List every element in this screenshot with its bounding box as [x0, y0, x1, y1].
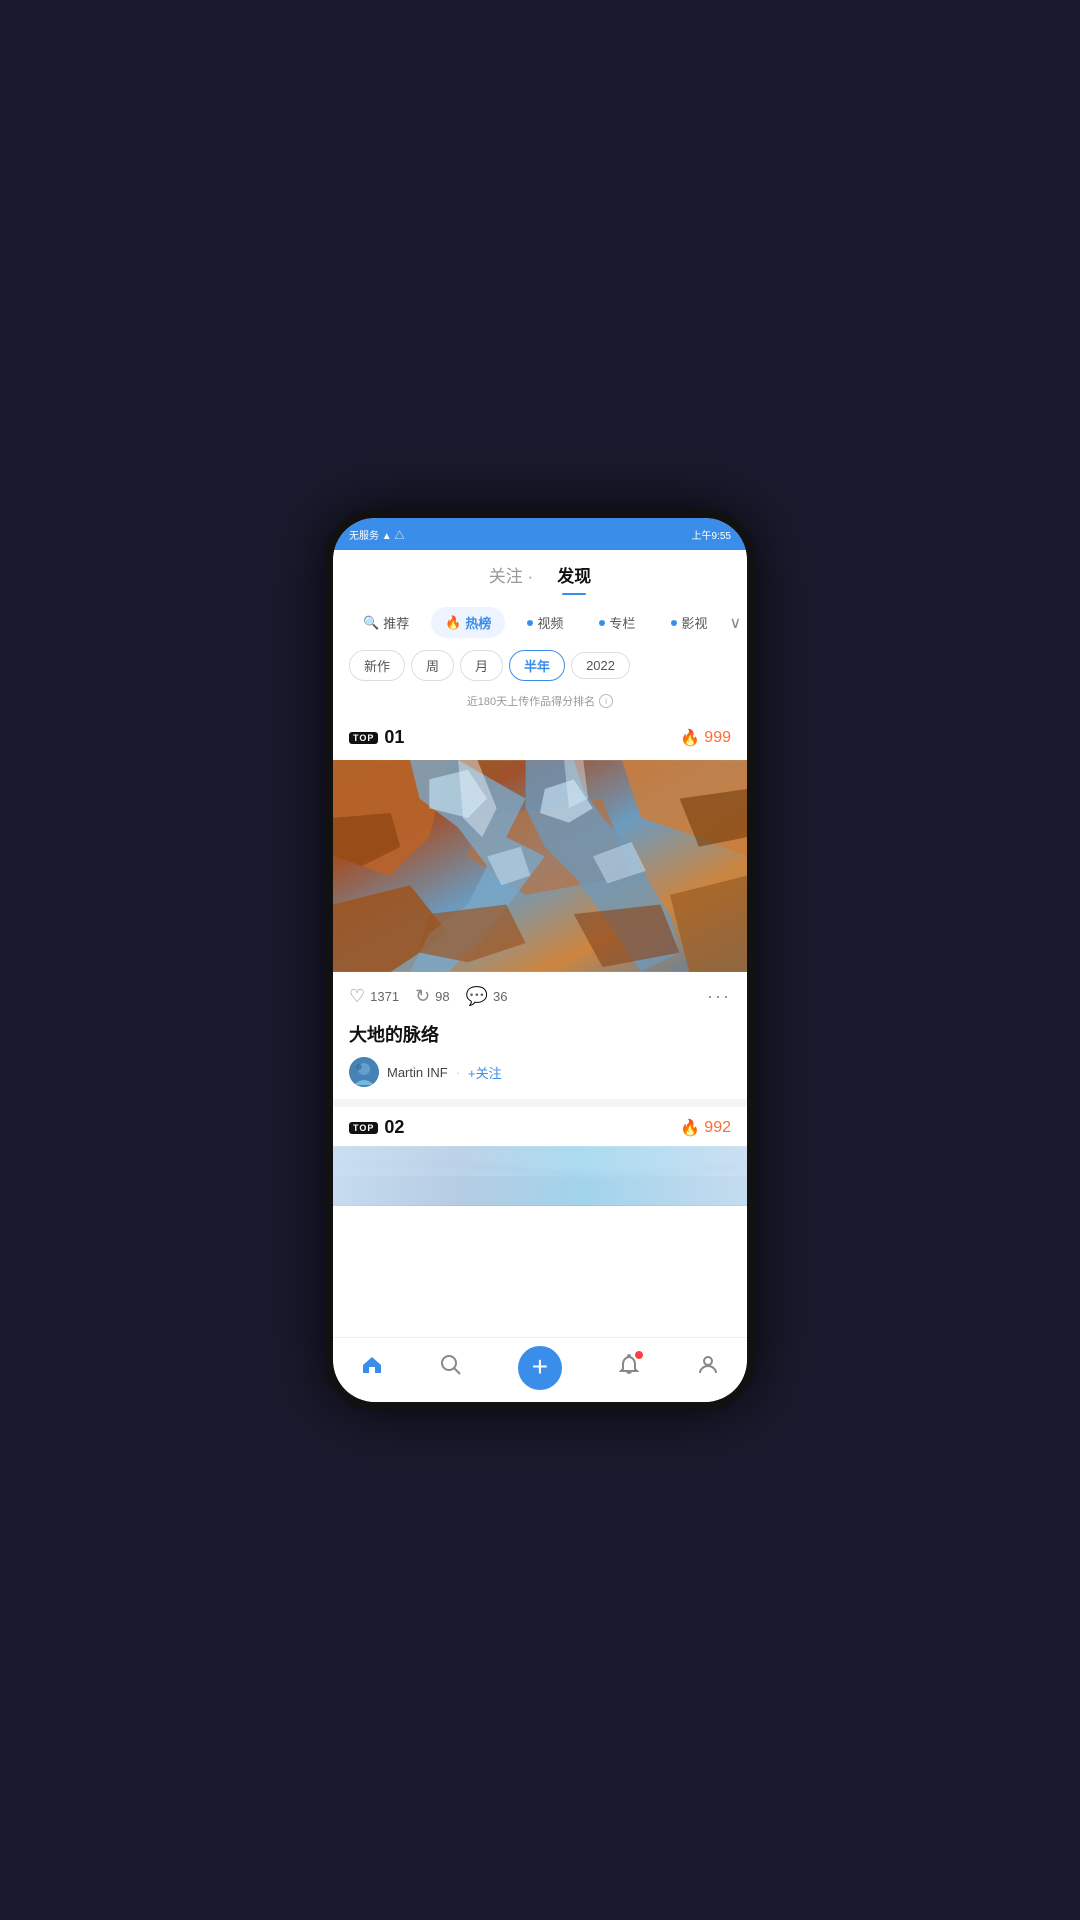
cat-label-video: 视频 [537, 613, 563, 632]
rank-header-2: TOP 02 🔥 992 [333, 1107, 747, 1146]
comment-button[interactable]: 💬 36 [466, 986, 508, 1007]
status-right: 上午9:55 [692, 527, 731, 542]
flame-score-icon-1: 🔥 [680, 728, 700, 748]
time-filter-group: 新作 周 月 半年 2022 [333, 646, 747, 689]
rank-header-1: TOP 01 🔥 999 [333, 717, 747, 756]
status-time: 上午9:55 [692, 527, 731, 542]
nav-notifications[interactable] [617, 1353, 641, 1383]
cat-tab-movie[interactable]: 影视 [657, 607, 721, 638]
more-button[interactable]: ··· [707, 986, 731, 1007]
add-button[interactable]: + [518, 1346, 562, 1390]
profile-icon [696, 1353, 720, 1383]
post-actions-1: ♡ 1371 ↻ 98 💬 36 ··· [333, 976, 747, 1017]
search-icon [439, 1353, 463, 1383]
post-info-1: 大地的脉络 Marti [333, 1017, 747, 1099]
rank-score-2: 🔥 992 [680, 1118, 731, 1138]
status-bar: 无服务 ▲ △ 上午9:55 [333, 518, 747, 550]
expand-categories-icon[interactable]: ∨ [729, 613, 741, 633]
header-tab-group: 关注 · 发现 [489, 562, 591, 595]
filter-new[interactable]: 新作 [349, 650, 405, 681]
rank-score-1: 🔥 999 [680, 728, 731, 748]
rank2-preview-image[interactable] [333, 1146, 747, 1206]
category-tab-group: 🔍 推荐 🔥 热榜 视频 专栏 影视 ∨ [333, 595, 747, 646]
aerial-art-svg [333, 756, 747, 976]
heart-icon: ♡ [349, 986, 365, 1007]
comment-icon: 💬 [466, 986, 488, 1007]
filter-2022[interactable]: 2022 [571, 652, 630, 679]
bell-icon [617, 1357, 641, 1382]
fire-icon: 🔥 [445, 615, 461, 631]
top-badge-2: TOP [349, 1122, 378, 1134]
header-dot: · [528, 567, 534, 586]
author-name: Martin INF [387, 1065, 448, 1080]
score-value-1: 999 [704, 729, 731, 747]
cat-tab-video[interactable]: 视频 [513, 607, 577, 638]
rank-number-2: 02 [384, 1117, 404, 1138]
cat-label-column: 专栏 [609, 613, 635, 632]
cat-label-recommend: 推荐 [383, 613, 409, 632]
tab-discover[interactable]: 发现 [557, 562, 591, 595]
cat-tab-recommend[interactable]: 🔍 推荐 [349, 607, 423, 638]
info-icon[interactable]: i [599, 694, 613, 708]
recommend-icon: 🔍 [363, 615, 379, 631]
avatar[interactable] [349, 1057, 379, 1087]
rank-number-1: 01 [384, 727, 404, 748]
plus-icon: + [532, 1353, 548, 1381]
rank-label-1: TOP 01 [349, 727, 404, 748]
flame-score-icon-2: 🔥 [680, 1118, 700, 1138]
post-title-1: 大地的脉络 [349, 1021, 731, 1047]
post-card-2: TOP 02 🔥 992 [333, 1107, 747, 1206]
filter-week[interactable]: 周 [411, 650, 454, 681]
rank-desc-text: 近180天上传作品得分排名 [467, 693, 595, 709]
home-icon [360, 1353, 384, 1383]
bottom-navigation: + [333, 1337, 747, 1402]
cat-tab-column[interactable]: 专栏 [585, 607, 649, 638]
status-carrier: 无服务 ▲ △ [349, 527, 404, 542]
cat-label-hot: 热榜 [465, 613, 491, 632]
page-header: 关注 · 发现 [333, 550, 747, 595]
filter-halfyear[interactable]: 半年 [509, 650, 565, 681]
column-dot [599, 620, 605, 626]
status-left: 无服务 ▲ △ [349, 527, 404, 542]
nav-search[interactable] [439, 1353, 463, 1383]
share-icon: ↻ [415, 986, 430, 1007]
notification-badge [635, 1351, 643, 1359]
movie-dot [671, 620, 677, 626]
section-divider [333, 1099, 747, 1107]
comment-count: 36 [493, 989, 507, 1004]
post-image-1[interactable] [333, 756, 747, 976]
like-button[interactable]: ♡ 1371 [349, 986, 399, 1007]
bell-wrapper [617, 1353, 641, 1383]
score-value-2: 992 [704, 1119, 731, 1137]
filter-month[interactable]: 月 [460, 650, 503, 681]
tab-follow[interactable]: 关注 · [489, 562, 533, 595]
like-count: 1371 [370, 989, 399, 1004]
post-author-row: Martin INF · +关注 [349, 1057, 731, 1087]
cat-tab-hot[interactable]: 🔥 热榜 [431, 607, 505, 638]
nav-home[interactable] [360, 1353, 384, 1383]
share-count: 98 [435, 989, 449, 1004]
author-separator: · [456, 1065, 460, 1080]
cat-label-movie: 影视 [681, 613, 707, 632]
top-badge-1: TOP [349, 732, 378, 744]
rank-description: 近180天上传作品得分排名 i [333, 689, 747, 717]
video-dot [527, 620, 533, 626]
nav-profile[interactable] [696, 1353, 720, 1383]
avatar-image [349, 1057, 379, 1087]
rank-label-2: TOP 02 [349, 1117, 404, 1138]
follow-button[interactable]: +关注 [468, 1063, 502, 1082]
post-card-1: TOP 01 🔥 999 [333, 717, 747, 1099]
share-button[interactable]: ↻ 98 [415, 986, 450, 1007]
main-content: TOP 01 🔥 999 [333, 717, 747, 1337]
